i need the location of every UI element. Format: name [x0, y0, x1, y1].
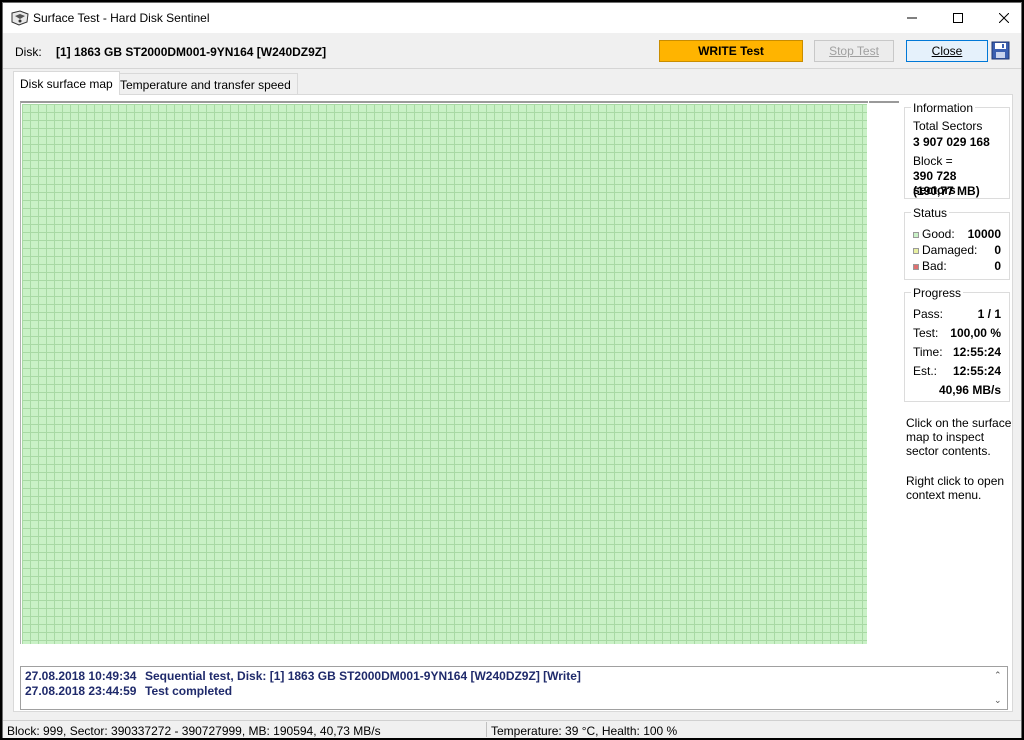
block-status-text: Block: 999, Sector: 390337272 - 39072799…: [7, 724, 381, 738]
log-timestamp: 27.08.2018 10:49:34: [25, 669, 137, 683]
tab-disk-surface-map[interactable]: Disk surface map: [13, 71, 120, 95]
bad-count: 0: [994, 259, 1001, 273]
close-button[interactable]: Close: [906, 40, 988, 62]
window-close-button[interactable]: [981, 3, 1024, 33]
disk-value: [1] 1863 GB ST2000DM001-9YN164 [W240DZ9Z…: [56, 45, 327, 59]
hint-line: Right click to open: [906, 474, 1005, 488]
pass-value: 1 / 1: [977, 307, 1001, 321]
good-label: Good:: [922, 227, 955, 241]
log-message: Test completed: [145, 684, 233, 698]
time-value: 12:55:24: [952, 345, 1001, 359]
good-swatch: [913, 232, 919, 238]
log-entry: 27.08.2018 10:49:34 Sequential test, Disk…: [25, 669, 581, 683]
toolbar: Disk: [1] 1863 GB ST2000DM001-9YN164 [W2…: [3, 33, 1021, 69]
progress-group: Progress Pass: 1 / 1 Test: 100,00 % Time: 1…: [904, 286, 1010, 402]
save-icon[interactable]: [991, 41, 1010, 60]
minimize-button[interactable]: [889, 3, 935, 33]
tab-panel: Information Total Sectors 3 907 029 168 …: [13, 94, 1013, 712]
stop-test-button[interactable]: Stop Test: [814, 40, 894, 62]
disk-label: Disk:: [15, 45, 42, 59]
context-menu-hint: Right click to open context menu.: [906, 474, 1016, 502]
pass-label: Pass:: [913, 307, 944, 321]
progress-title: Progress: [911, 286, 964, 300]
est-value: 12:55:24: [952, 364, 1001, 378]
log-entry: 27.08.2018 23:44:59 Test completed: [25, 684, 232, 698]
bad-label: Bad:: [922, 259, 947, 273]
damaged-count: 0: [994, 243, 1001, 257]
temperature-health-text: Temperature: 39 °C, Health: 100 %: [491, 724, 678, 738]
hint-line: Click on the surface: [906, 416, 1012, 430]
window-title: Surface Test - Hard Disk Sentinel: [33, 11, 210, 25]
total-sectors-value: 3 907 029 168: [913, 135, 990, 149]
close-icon: [999, 13, 1009, 23]
block-label: Block =: [913, 154, 953, 168]
maximize-button[interactable]: [935, 3, 981, 33]
damaged-label: Damaged:: [922, 243, 978, 257]
status-bar: Block: 999, Sector: 390337272 - 39072799…: [3, 720, 1021, 738]
log-message: Sequential test, Disk: [1] 1863 GB ST200…: [145, 669, 581, 683]
surface-click-hint: Click on the surface map to inspect sect…: [906, 416, 1016, 458]
hint-line: context menu.: [906, 488, 982, 502]
minimize-icon: [907, 17, 917, 19]
damaged-swatch: [913, 248, 919, 254]
surface-test-window: Surface Test - Hard Disk Sentinel Disk: …: [2, 2, 1022, 738]
test-log[interactable]: 27.08.2018 10:49:34 Sequential test, Disk…: [20, 666, 1008, 710]
time-label: Time:: [913, 345, 943, 359]
maximize-icon: [953, 13, 963, 23]
hint-line: map to inspect: [906, 430, 985, 444]
est-label: Est.:: [913, 364, 938, 378]
hint-line: sector contents.: [906, 444, 991, 458]
status-separator: [486, 722, 487, 737]
write-test-button[interactable]: WRITE Test: [659, 40, 803, 62]
good-legend: Good:: [913, 227, 955, 241]
log-timestamp: 27.08.2018 23:44:59: [25, 684, 137, 698]
title-bar: Surface Test - Hard Disk Sentinel: [3, 3, 1021, 33]
frame-divider: [869, 101, 899, 103]
total-sectors-label: Total Sectors: [913, 119, 983, 133]
transfer-speed-value: 40,96 MB/s: [938, 383, 1001, 397]
scroll-up-icon[interactable]: ⌃: [994, 670, 1002, 681]
good-count: 10000: [967, 227, 1001, 241]
status-group: Status Good: 10000 Damaged: 0 Bad: 0: [904, 206, 1010, 280]
bad-swatch: [913, 264, 919, 270]
hard-disk-sentinel-app-icon: [11, 10, 29, 26]
block-size-value: (190,77 MB): [913, 184, 980, 198]
test-label: Test:: [913, 326, 939, 340]
bad-legend: Bad:: [913, 259, 947, 273]
disk-surface-map[interactable]: [22, 104, 867, 644]
damaged-legend: Damaged:: [913, 243, 977, 257]
log-scrollbar[interactable]: ⌃ ⌄: [991, 667, 1007, 709]
tab-temperature-transfer-speed[interactable]: Temperature and transfer speed: [113, 73, 298, 95]
information-group: Information Total Sectors 3 907 029 168 …: [904, 101, 1010, 199]
test-value: 100,00 %: [950, 326, 1001, 340]
status-title: Status: [911, 206, 950, 220]
information-title: Information: [911, 101, 976, 115]
scroll-down-icon[interactable]: ⌄: [994, 695, 1002, 706]
surface-map-frame: [20, 101, 868, 644]
